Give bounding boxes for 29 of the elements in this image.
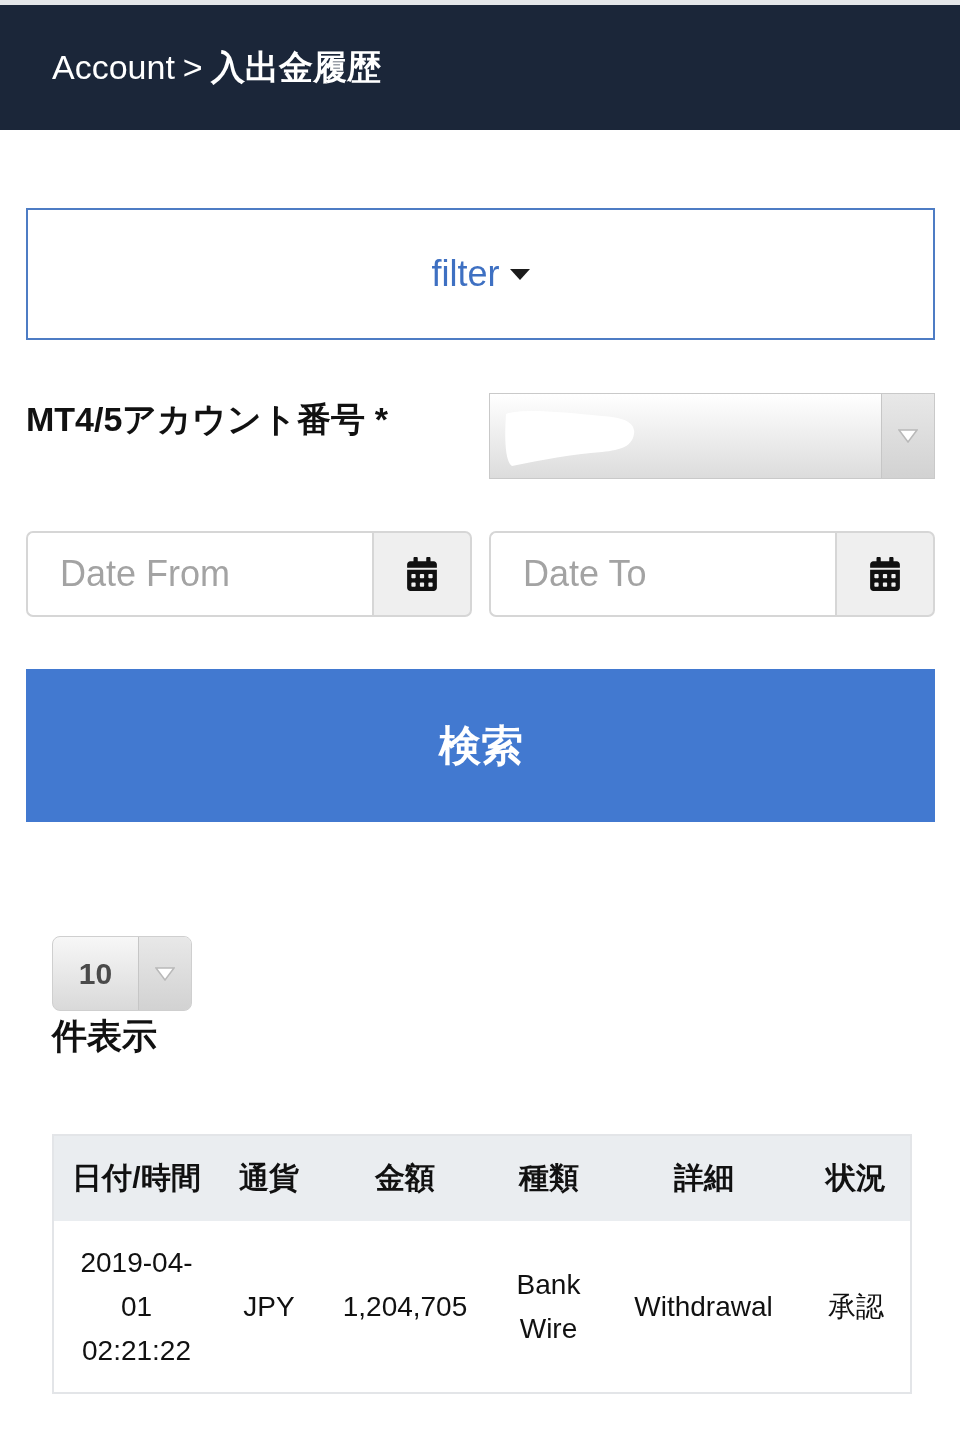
breadcrumb-link[interactable]: Account — [52, 48, 175, 87]
caret-icon — [509, 268, 530, 280]
calendar-icon — [868, 557, 902, 591]
table-cell: Bank Wire — [491, 1221, 606, 1393]
table-cell: 承認 — [801, 1221, 911, 1393]
page-size-select[interactable]: 10 — [52, 936, 192, 1011]
calendar-button[interactable] — [835, 531, 935, 617]
search-button[interactable]: 検索 — [26, 669, 935, 822]
column-header: 種類 — [491, 1135, 606, 1221]
dropdown-arrow-icon — [155, 966, 175, 981]
table-cell: Withdrawal — [606, 1221, 801, 1393]
column-header: 詳細 — [606, 1135, 801, 1221]
filter-toggle[interactable]: filter — [26, 208, 935, 340]
date-to-field[interactable]: Date To — [489, 531, 835, 617]
page-size-label: 件表示 — [52, 1015, 157, 1057]
breadcrumb-separator: > — [182, 48, 203, 87]
column-header: 状況 — [801, 1135, 911, 1221]
dropdown-arrow-icon — [898, 429, 918, 443]
field-label: MT4/5アカウント番号 * — [26, 399, 390, 440]
table-cell: JPY — [219, 1221, 319, 1393]
page-title: 入出金履歴 — [210, 46, 381, 88]
calendar-icon — [405, 557, 439, 591]
table-cell: 1,204,705 — [319, 1221, 491, 1393]
date-from-field[interactable]: Date From — [26, 531, 372, 617]
calendar-button[interactable] — [372, 531, 472, 617]
column-header: 金額 — [319, 1135, 491, 1221]
column-header: 通貨 — [219, 1135, 319, 1221]
table-cell: 2019-04-01 02:21:22 — [53, 1221, 219, 1393]
column-header: 日付/時間 — [53, 1135, 219, 1221]
